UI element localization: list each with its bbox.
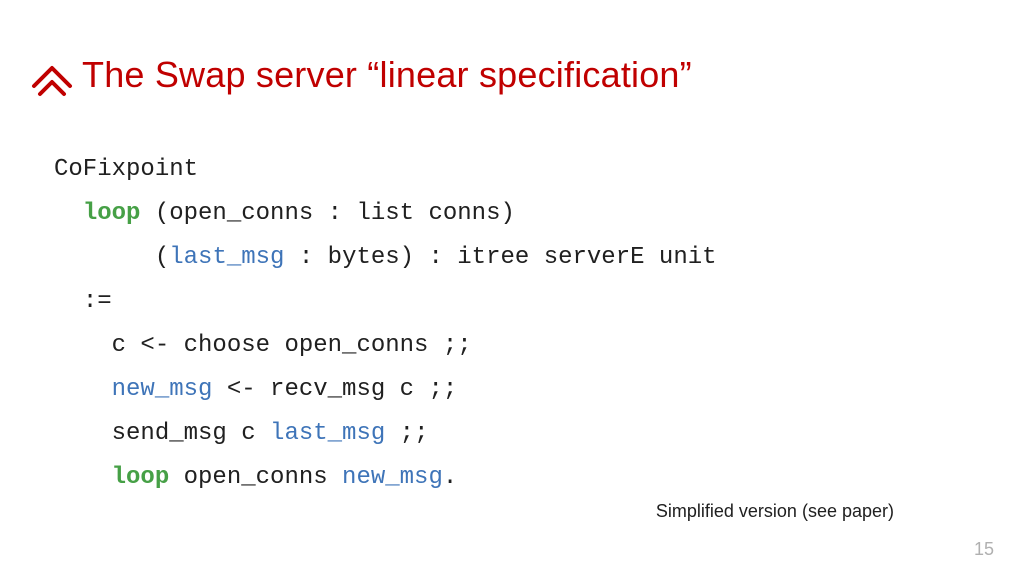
code-line-4: :=: [83, 288, 112, 315]
code-line-1: CoFixpoint: [54, 156, 198, 183]
var-last-msg: last_msg: [169, 244, 284, 271]
var-new-msg: new_msg: [112, 376, 213, 403]
code-line-3-rest: : bytes) : itree serverE unit: [284, 244, 716, 271]
code-line-6-rest: <- recv_msg c ;;: [212, 376, 457, 403]
keyword-loop: loop: [83, 200, 141, 227]
code-line-7-pre: send_msg c: [112, 420, 270, 447]
var-last-msg-2: last_msg: [270, 420, 385, 447]
code-line-8-end: .: [443, 464, 457, 491]
var-new-msg-2: new_msg: [342, 464, 443, 491]
code-line-8-mid: open_conns: [169, 464, 342, 491]
code-line-5: c <- choose open_conns ;;: [112, 332, 472, 359]
code-line-7-post: ;;: [385, 420, 428, 447]
page-number: 15: [974, 539, 994, 560]
slide-title: The Swap server “linear specification”: [82, 54, 692, 96]
footnote: Simplified version (see paper): [656, 501, 894, 522]
code-line-2-rest: (open_conns : list conns): [140, 200, 514, 227]
code-block: CoFixpoint loop (open_conns : list conns…: [54, 148, 717, 500]
upenn-shield-logo-icon: [30, 56, 74, 100]
slide: The Swap server “linear specification” C…: [0, 0, 1024, 576]
keyword-loop-2: loop: [112, 464, 170, 491]
code-line-3-pre: (: [155, 244, 169, 271]
